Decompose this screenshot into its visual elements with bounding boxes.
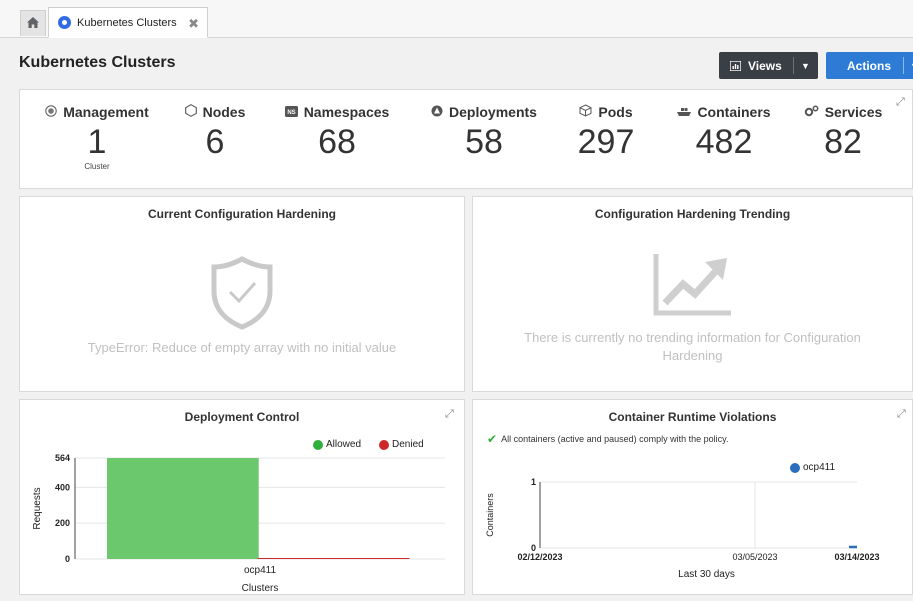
stat-label: Management bbox=[63, 104, 149, 120]
panel-title: Current Configuration Hardening bbox=[148, 207, 336, 221]
hardening-panel: Current Configuration Hardening TypeErro… bbox=[19, 196, 465, 392]
tab-home[interactable] bbox=[20, 10, 46, 36]
x-tick-label: 02/12/2023 bbox=[517, 552, 562, 562]
error-message: TypeError: Reduce of empty array with no… bbox=[87, 340, 397, 355]
views-button[interactable]: Views ▼ bbox=[719, 52, 818, 79]
stat-label: Pods bbox=[598, 104, 633, 120]
deployment-control-chart: 0 200 400 564 ocp411 Clusters Requests bbox=[32, 453, 445, 594]
stat-label: Containers bbox=[697, 104, 771, 120]
bar-allowed bbox=[107, 458, 259, 559]
stat-sub: Cluster bbox=[84, 162, 110, 171]
panel-title: Configuration Hardening Trending bbox=[594, 207, 791, 221]
stat-value: 6 bbox=[205, 123, 225, 161]
svg-text:NS: NS bbox=[287, 110, 295, 116]
stat-namespaces[interactable]: NS Namespaces 68 bbox=[278, 104, 396, 160]
stat-value: 68 bbox=[318, 123, 356, 161]
services-cogs-icon bbox=[804, 105, 819, 120]
stat-value: 482 bbox=[695, 123, 753, 161]
namespace-icon: NS bbox=[284, 105, 298, 120]
management-icon bbox=[45, 104, 57, 120]
node-hexagon-icon bbox=[184, 104, 197, 120]
stat-value: 297 bbox=[577, 123, 635, 161]
trending-panel: Configuration Hardening Trending There i… bbox=[472, 196, 913, 392]
page-title: Kubernetes Clusters bbox=[19, 54, 176, 71]
bar-denied bbox=[257, 558, 410, 559]
y-tick-label: 0 bbox=[65, 554, 70, 564]
x-tick-label: 03/05/2023 bbox=[732, 552, 777, 562]
trend-chart-icon bbox=[653, 254, 733, 321]
y-tick-label: 400 bbox=[55, 482, 70, 492]
x-axis-title: Last 30 days bbox=[678, 569, 735, 580]
tab-label: Kubernetes Clusters bbox=[77, 16, 177, 29]
stat-nodes[interactable]: Nodes 6 bbox=[170, 104, 260, 160]
stat-deployments[interactable]: Deployments 58 bbox=[420, 104, 548, 160]
runtime-violations-panel: Container Runtime Violations ⤢ ✔ All con… bbox=[472, 399, 913, 595]
stat-label: Deployments bbox=[449, 104, 537, 120]
expand-icon[interactable]: ⤢ bbox=[896, 96, 905, 109]
views-label: Views bbox=[748, 58, 782, 73]
x-tick-label: ocp411 bbox=[244, 565, 277, 576]
runtime-violations-chart: 0102/12/2023 03/05/2023 03/14/2023Last 30 … bbox=[485, 477, 880, 580]
x-tick-label: 03/14/2023 bbox=[834, 552, 879, 562]
home-icon bbox=[27, 15, 39, 33]
x-axis-title: Clusters bbox=[242, 583, 279, 594]
y-tick-label: 1 bbox=[531, 477, 536, 487]
stat-services[interactable]: Services 82 bbox=[798, 104, 888, 160]
deployment-control-panel: Deployment Control ⤢ Allowed Denied 0 200… bbox=[19, 399, 465, 595]
empty-message: There is currently no trending informati… bbox=[524, 330, 861, 363]
y-axis-title: Containers bbox=[485, 493, 495, 537]
stat-value: 1 bbox=[87, 123, 107, 161]
caret-down-icon[interactable]: ▼ bbox=[801, 61, 810, 71]
y-tick-label: 564 bbox=[55, 453, 70, 463]
stat-label: Services bbox=[824, 104, 883, 120]
close-icon[interactable]: ✖ bbox=[188, 16, 199, 32]
stat-label: Nodes bbox=[202, 104, 246, 120]
tab-kubernetes-clusters[interactable]: Kubernetes Clusters ✖ bbox=[48, 7, 208, 38]
tab-bar: Kubernetes Clusters ✖ bbox=[0, 0, 913, 38]
stat-management[interactable]: Management 1 Cluster bbox=[32, 104, 162, 171]
stat-value: 82 bbox=[824, 123, 862, 161]
stat-containers[interactable]: Containers 482 bbox=[668, 104, 780, 160]
kubernetes-icon bbox=[58, 16, 71, 29]
summary-stats-panel: Management 1 Cluster Nodes 6 NS Namespac… bbox=[19, 89, 913, 189]
stat-value: 58 bbox=[465, 123, 503, 161]
shield-check-icon bbox=[209, 255, 275, 336]
page-header: Kubernetes Clusters Views ▼ Actions ▼ bbox=[10, 38, 913, 90]
deployment-icon bbox=[431, 105, 443, 120]
chart-icon bbox=[730, 60, 741, 71]
stat-pods[interactable]: Pods 297 bbox=[566, 104, 646, 160]
container-ship-icon bbox=[677, 105, 692, 120]
pod-cube-icon bbox=[579, 104, 592, 120]
actions-button[interactable]: Actions ▼ bbox=[826, 52, 913, 79]
stat-label: Namespaces bbox=[303, 104, 390, 120]
actions-label: Actions bbox=[847, 58, 892, 73]
y-axis-title: Requests bbox=[32, 487, 43, 529]
y-tick-label: 200 bbox=[55, 518, 70, 528]
